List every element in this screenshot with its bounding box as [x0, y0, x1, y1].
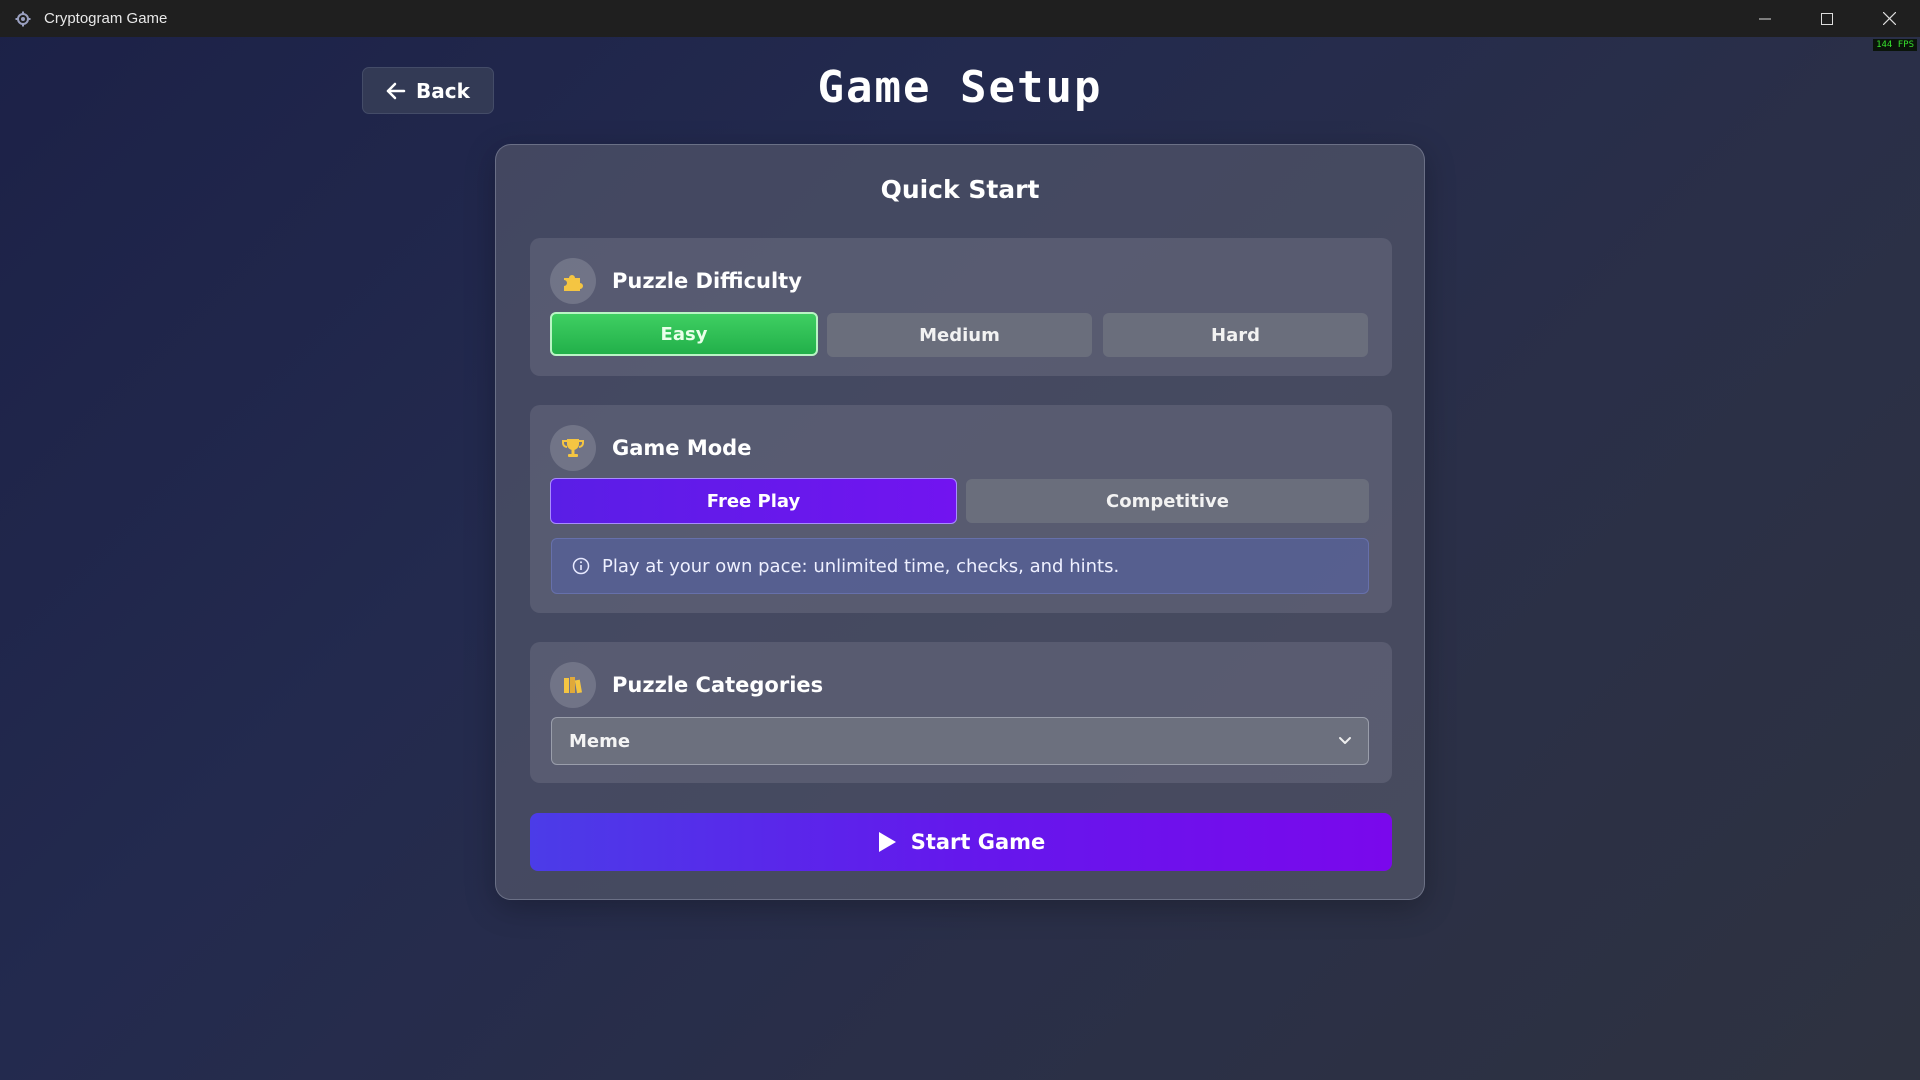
categories-label: Puzzle Categories [612, 673, 824, 697]
info-icon [572, 557, 590, 575]
window-controls [1734, 0, 1920, 37]
difficulty-label: Puzzle Difficulty [612, 269, 802, 293]
difficulty-section: Puzzle Difficulty Easy Medium Hard [530, 238, 1392, 376]
minimize-button[interactable] [1734, 0, 1796, 37]
mode-free-play-button[interactable]: Free Play [550, 478, 957, 524]
trophy-icon [550, 425, 596, 471]
difficulty-easy-button[interactable]: Easy [550, 312, 818, 356]
play-icon [878, 832, 896, 852]
difficulty-medium-button[interactable]: Medium [827, 313, 1092, 357]
difficulty-hard-button[interactable]: Hard [1103, 313, 1368, 357]
mode-info-box: Play at your own pace: unlimited time, c… [551, 538, 1369, 594]
page-title: Game Setup [817, 62, 1103, 113]
difficulty-header: Puzzle Difficulty [550, 258, 802, 304]
game-mode-section: Game Mode Free Play Competitive Play at … [530, 405, 1392, 613]
maximize-button[interactable] [1796, 0, 1858, 37]
categories-header: Puzzle Categories [550, 662, 823, 708]
close-button[interactable] [1858, 0, 1920, 37]
mode-competitive-button[interactable]: Competitive [966, 479, 1369, 523]
category-select[interactable]: Meme [551, 717, 1369, 765]
quick-start-card: Quick Start Puzzle Difficulty Easy Mediu… [495, 144, 1425, 900]
start-game-label: Start Game [910, 830, 1046, 854]
card-title: Quick Start [880, 175, 1040, 204]
game-mode-label: Game Mode [612, 436, 752, 460]
fps-counter: 144 FPS [1873, 39, 1917, 51]
chevron-down-icon [1339, 737, 1351, 744]
categories-section: Puzzle Categories Meme [530, 642, 1392, 783]
minimize-icon [1759, 18, 1771, 19]
mode-info-text: Play at your own pace: unlimited time, c… [602, 555, 1120, 577]
books-icon [550, 662, 596, 708]
category-select-value: Meme [569, 730, 631, 752]
maximize-icon [1821, 12, 1833, 25]
window-title: Cryptogram Game [44, 10, 168, 27]
puzzle-piece-icon [550, 258, 596, 304]
start-game-button[interactable]: Start Game [530, 813, 1392, 871]
close-icon [1882, 12, 1896, 25]
window-titlebar: Cryptogram Game [0, 0, 1920, 37]
game-mode-header: Game Mode [550, 425, 751, 471]
app-gear-icon [14, 10, 32, 28]
